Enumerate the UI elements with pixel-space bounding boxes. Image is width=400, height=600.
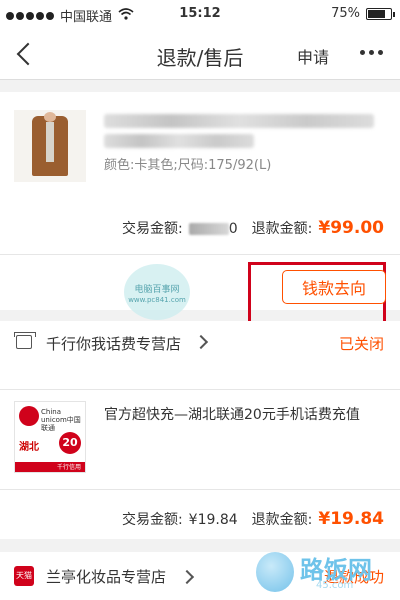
status-right: 75%: [331, 6, 395, 21]
image-brand-text: China unicom中国联通: [41, 408, 81, 432]
divider: [0, 389, 400, 390]
product-spec: 颜色:卡其色;尺码:175/92(L): [104, 158, 272, 173]
refund-amount: ¥19.84: [318, 509, 384, 529]
trade-amount-tail: 0: [228, 221, 238, 237]
chevron-right-icon[interactable]: [179, 569, 195, 585]
refund-amount: ¥99.00: [318, 218, 384, 238]
blurred-product-title: [104, 114, 374, 128]
product-thumbnail-coat[interactable]: [14, 110, 86, 182]
product-thumbnail-unicom[interactable]: China unicom中国联通 湖北 20 千行信用: [14, 401, 86, 473]
more-options-icon[interactable]: [360, 42, 388, 62]
image-province-text: 湖北: [19, 442, 39, 453]
watermark-logo: 电脑百事网 www.pc841.com: [124, 264, 190, 320]
watermark-text: 电脑百事网: [134, 285, 180, 295]
trade-amount-label: 交易金额:: [121, 512, 183, 528]
shop-name[interactable]: 兰亭化妆品专营店: [46, 566, 166, 587]
refund-amount-label: 退款金额:: [251, 221, 313, 237]
trade-amount: ¥19.84: [188, 512, 238, 528]
watermark-url: www.pc841.com: [128, 296, 186, 304]
navigation-bar: 退款/售后 申请: [0, 28, 400, 80]
order-status: 已关闭: [338, 335, 384, 353]
chevron-right-icon[interactable]: [193, 334, 209, 350]
image-value-badge: 20: [59, 432, 81, 454]
shop-icon: [14, 332, 36, 349]
site-watermark: 路饭网 45.com: [254, 548, 400, 600]
water-drop-logo-icon: [256, 552, 294, 592]
image-strip-text: 千行信用: [56, 464, 81, 471]
status-bar: 中国联通 15:12 75%: [0, 0, 400, 28]
battery-icon: [366, 7, 395, 20]
page-title: 退款/售后: [156, 46, 244, 70]
money-whereabouts-button[interactable]: 钱款去向: [282, 270, 386, 304]
amount-row: 交易金额: 0 退款金额: ¥99.00: [122, 218, 384, 238]
refund-amount-label: 退款金额:: [251, 512, 313, 528]
tmall-badge-icon: 天猫: [14, 566, 34, 586]
battery-percent: 75%: [331, 6, 360, 21]
refund-order-card[interactable]: 颜色:卡其色;尺码:175/92(L) 交易金额: 0 退款金额: ¥99.00…: [0, 92, 400, 324]
refund-order-card-2[interactable]: 千行你我话费专营店 已关闭 China unicom中国联通 湖北 20 千行信…: [0, 321, 400, 539]
blurred-product-title-line2: [104, 134, 254, 148]
unicom-logo-icon: [19, 406, 39, 426]
shop-header[interactable]: 千行你我话费专营店 已关闭: [0, 321, 400, 365]
trade-amount-label: 交易金额:: [122, 221, 183, 237]
battery-fill: [368, 9, 385, 18]
divider: [0, 254, 400, 255]
site-watermark-url: 45.com: [316, 580, 354, 591]
masked-trade-amount: [188, 223, 229, 235]
shop-name[interactable]: 千行你我话费专营店: [46, 333, 181, 354]
amount-row: 交易金额: ¥19.84 退款金额: ¥19.84: [122, 509, 384, 529]
divider: [0, 489, 400, 490]
product-title[interactable]: 官方超快充—湖北联通20元手机话费充值: [104, 405, 384, 425]
apply-button[interactable]: 申请: [297, 44, 329, 68]
